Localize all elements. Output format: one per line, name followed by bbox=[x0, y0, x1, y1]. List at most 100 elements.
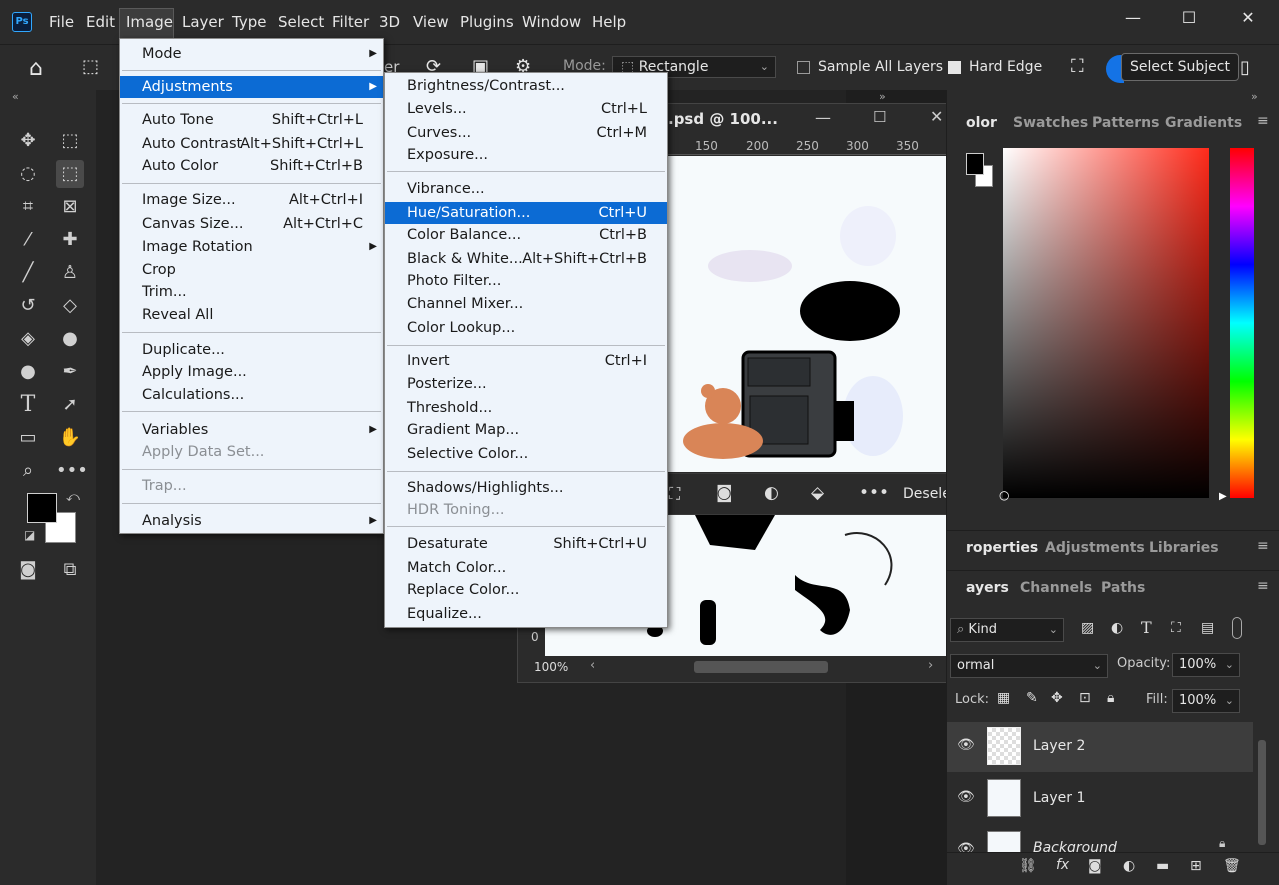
hue-slider[interactable] bbox=[1230, 148, 1254, 498]
filter-type-icon[interactable]: T bbox=[1141, 618, 1152, 637]
canvas-image[interactable] bbox=[668, 156, 946, 472]
menu-item-image-rotation[interactable]: Image Rotation ▶ bbox=[120, 236, 383, 258]
object-selection-tool-icon[interactable]: ⬚ bbox=[82, 56, 99, 77]
horizontal-scrollbar[interactable] bbox=[694, 661, 828, 673]
hue-slider-marker-icon[interactable]: ▶ bbox=[1219, 491, 1227, 502]
default-colors-icon[interactable]: ◪ bbox=[24, 528, 35, 542]
menu-item-posterize[interactable]: Posterize... bbox=[385, 373, 667, 395]
add-mask-icon[interactable]: ◙ bbox=[1088, 858, 1102, 874]
layer-name[interactable]: Background bbox=[1033, 840, 1117, 852]
dodge-tool-icon[interactable]: ● bbox=[14, 358, 42, 386]
layer-kind-filter[interactable]: ⌕ Kind ⌄ bbox=[950, 618, 1064, 642]
scroll-right-icon[interactable]: › bbox=[928, 658, 933, 673]
eyedropper-tool-icon[interactable]: ⁄ bbox=[14, 226, 42, 254]
menu-item-brightness-contrast[interactable]: Brightness/Contrast... bbox=[385, 75, 667, 97]
menu-item-color-balance[interactable]: Color Balance... Ctrl+B bbox=[385, 224, 667, 246]
menu-item-equalize[interactable]: Equalize... bbox=[385, 603, 667, 625]
layer-name[interactable]: Layer 2 bbox=[1033, 738, 1085, 754]
healing-tool-icon[interactable]: ✚ bbox=[56, 226, 84, 254]
menu-item-apply-image[interactable]: Apply Image... bbox=[120, 361, 383, 383]
menu-item-desaturate[interactable]: Desaturate Shift+Ctrl+U bbox=[385, 533, 667, 555]
menu-filter[interactable]: Filter bbox=[332, 13, 369, 31]
adjustment-icon[interactable]: ◐ bbox=[764, 483, 779, 503]
path-select-tool-icon[interactable]: ➚ bbox=[56, 391, 84, 419]
type-tool-icon[interactable]: T bbox=[14, 391, 42, 419]
fx-icon[interactable]: fx bbox=[1056, 857, 1069, 873]
frame-tool-icon[interactable]: ⊠ bbox=[56, 193, 84, 221]
menu-item-curves[interactable]: Curves... Ctrl+M bbox=[385, 122, 667, 144]
marquee-tool-icon[interactable]: ⬚ bbox=[56, 127, 84, 155]
color-picker-field[interactable] bbox=[1003, 148, 1209, 498]
menu-image[interactable]: Image bbox=[126, 13, 173, 31]
color-field-marker-icon[interactable]: ○ bbox=[999, 488, 1009, 502]
new-adjustment-icon[interactable]: ◐ bbox=[1123, 858, 1135, 874]
menu-item-shadows-highlights[interactable]: Shadows/Highlights... bbox=[385, 477, 667, 499]
rectangle-tool-icon[interactable]: ▭ bbox=[14, 424, 42, 452]
object-select-tool-icon[interactable]: ⬚ bbox=[56, 160, 84, 188]
panel-menu-icon[interactable]: ≡ bbox=[1257, 578, 1269, 594]
layers-scrollbar[interactable] bbox=[1258, 740, 1266, 845]
filter-smart-object-icon[interactable]: ▤ bbox=[1201, 620, 1214, 636]
tab-channels[interactable]: Channels bbox=[1020, 580, 1092, 596]
link-layers-icon[interactable]: ⛓ bbox=[1019, 858, 1037, 874]
menu-item-image-size[interactable]: Image Size... Alt+Ctrl+I bbox=[120, 189, 383, 211]
menu-select[interactable]: Select bbox=[278, 13, 324, 31]
color-fg-swatch[interactable] bbox=[966, 153, 984, 175]
hand-tool-icon[interactable]: ✋ bbox=[56, 424, 84, 452]
maximize-icon[interactable]: ☐ bbox=[1174, 8, 1204, 32]
blend-mode-select[interactable]: ormal ⌄ bbox=[950, 654, 1108, 678]
menu-item-threshold[interactable]: Threshold... bbox=[385, 397, 667, 419]
lasso-tool-icon[interactable]: ◌ bbox=[14, 160, 42, 188]
close-icon[interactable]: ✕ bbox=[1233, 8, 1263, 32]
new-group-icon[interactable]: ▬ bbox=[1156, 858, 1169, 874]
blur-tool-icon[interactable]: ● bbox=[56, 325, 84, 353]
doc-maximize-icon[interactable]: ☐ bbox=[873, 108, 886, 126]
menu-item-vibrance[interactable]: Vibrance... bbox=[385, 178, 667, 200]
new-layer-icon[interactable]: ⊞ bbox=[1190, 858, 1202, 874]
home-icon[interactable]: ⌂ bbox=[29, 56, 43, 81]
tab-layers[interactable]: ayers bbox=[966, 580, 1009, 596]
scroll-left-icon[interactable]: ‹ bbox=[590, 658, 595, 673]
menu-item-canvas-size[interactable]: Canvas Size... Alt+Ctrl+C bbox=[120, 213, 383, 235]
collapse-panels-icon[interactable]: » bbox=[1251, 90, 1258, 103]
menu-item-invert[interactable]: Invert Ctrl+I bbox=[385, 350, 667, 372]
tab-color[interactable]: olor bbox=[966, 115, 997, 131]
swap-colors-icon[interactable]: ⤺ bbox=[66, 490, 80, 505]
lock-image-icon[interactable]: ✎ bbox=[1026, 690, 1038, 706]
tab-paths[interactable]: Paths bbox=[1101, 580, 1145, 596]
quick-mask-icon[interactable]: ◙ bbox=[14, 556, 42, 584]
menu-window[interactable]: Window bbox=[522, 13, 581, 31]
menu-item-selective-color[interactable]: Selective Color... bbox=[385, 443, 667, 465]
sample-all-layers-checkbox[interactable] bbox=[797, 61, 810, 74]
lock-position-icon[interactable]: ✥ bbox=[1051, 690, 1063, 706]
hard-edge-checkbox[interactable] bbox=[948, 61, 961, 74]
tab-adjustments[interactable]: Adjustments bbox=[1045, 540, 1145, 556]
visibility-eye-icon[interactable]: 👁︎ bbox=[957, 737, 975, 753]
menu-type[interactable]: Type bbox=[232, 13, 266, 31]
move-tool-icon[interactable]: ✥ bbox=[14, 127, 42, 155]
fill-input[interactable]: 100% ⌄ bbox=[1172, 689, 1240, 713]
lock-artboard-icon[interactable]: ⊡ bbox=[1079, 690, 1091, 706]
filter-shape-icon[interactable]: ⛶ bbox=[1171, 620, 1181, 636]
menu-item-match-color[interactable]: Match Color... bbox=[385, 557, 667, 579]
menu-edit[interactable]: Edit bbox=[86, 13, 115, 31]
menu-item-trim[interactable]: Trim... bbox=[120, 281, 383, 303]
visibility-eye-icon[interactable]: 👁︎ bbox=[957, 789, 975, 805]
doc-minimize-icon[interactable]: — bbox=[815, 108, 831, 127]
minimize-icon[interactable]: — bbox=[1118, 8, 1148, 32]
foreground-color-swatch[interactable] bbox=[27, 493, 57, 523]
visibility-eye-icon[interactable]: 👁︎ bbox=[957, 841, 975, 852]
menu-item-photo-filter[interactable]: Photo Filter... bbox=[385, 270, 667, 292]
menu-item-black-white[interactable]: Black & White... Alt+Shift+Ctrl+B bbox=[385, 248, 667, 270]
delete-layer-icon[interactable]: 🗑︎ bbox=[1223, 858, 1241, 874]
menu-view[interactable]: View bbox=[413, 13, 449, 31]
layer-row-background[interactable]: 👁︎ Background 🔒︎ bbox=[947, 826, 1253, 852]
filter-adjustment-icon[interactable]: ◐ bbox=[1111, 620, 1123, 636]
eraser-tool-icon[interactable]: ◇ bbox=[56, 292, 84, 320]
menu-item-replace-color[interactable]: Replace Color... bbox=[385, 579, 667, 601]
menu-item-exposure[interactable]: Exposure... bbox=[385, 144, 667, 166]
paint-bucket-tool-icon[interactable]: ◈ bbox=[14, 325, 42, 353]
menu-item-duplicate[interactable]: Duplicate... bbox=[120, 339, 383, 361]
menu-item-hue-saturation[interactable]: Hue/Saturation... Ctrl+U bbox=[385, 202, 667, 224]
expand-icon[interactable]: » bbox=[879, 90, 886, 103]
